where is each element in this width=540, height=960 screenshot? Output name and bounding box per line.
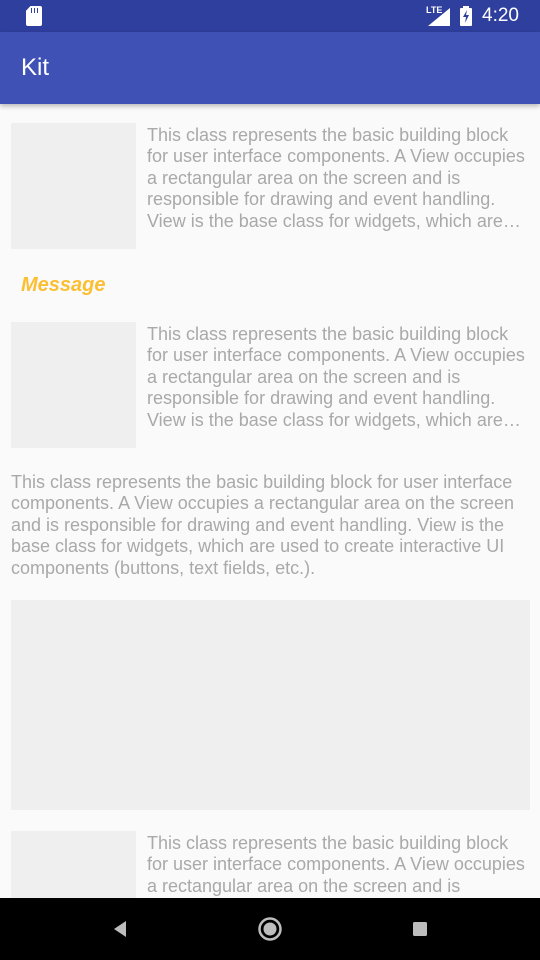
home-icon <box>258 917 282 941</box>
banner-image <box>11 600 530 810</box>
navigation-bar <box>0 898 540 960</box>
section-title: Message <box>21 274 106 296</box>
list-item-text: This class represents the basic building… <box>147 833 525 898</box>
status-bar: LTE 4:20 <box>0 0 540 32</box>
status-time: 4:20 <box>482 5 519 26</box>
sd-card-icon <box>26 6 42 26</box>
list-item-text: This class represents the basic building… <box>147 324 525 430</box>
app-bar: Kit <box>0 32 540 104</box>
thumbnail-image <box>11 123 136 249</box>
description-paragraph: This class represents the basic building… <box>11 472 514 578</box>
back-button[interactable] <box>80 898 160 960</box>
list-item[interactable]: This class represents the basic building… <box>11 831 531 898</box>
recents-button[interactable] <box>380 898 460 960</box>
recents-icon <box>413 922 427 936</box>
list-item-text: This class represents the basic building… <box>147 125 525 231</box>
thumbnail-image <box>11 322 136 448</box>
signal-icon <box>428 8 450 26</box>
thumbnail-image <box>11 831 136 898</box>
battery-charging-icon <box>460 6 472 26</box>
app-title: Kit <box>21 54 50 81</box>
home-button[interactable] <box>230 898 310 960</box>
back-icon <box>114 921 126 937</box>
list-item[interactable]: This class represents the basic building… <box>11 322 531 448</box>
content-list[interactable]: This class represents the basic building… <box>0 104 540 898</box>
list-item[interactable]: This class represents the basic building… <box>11 123 531 249</box>
